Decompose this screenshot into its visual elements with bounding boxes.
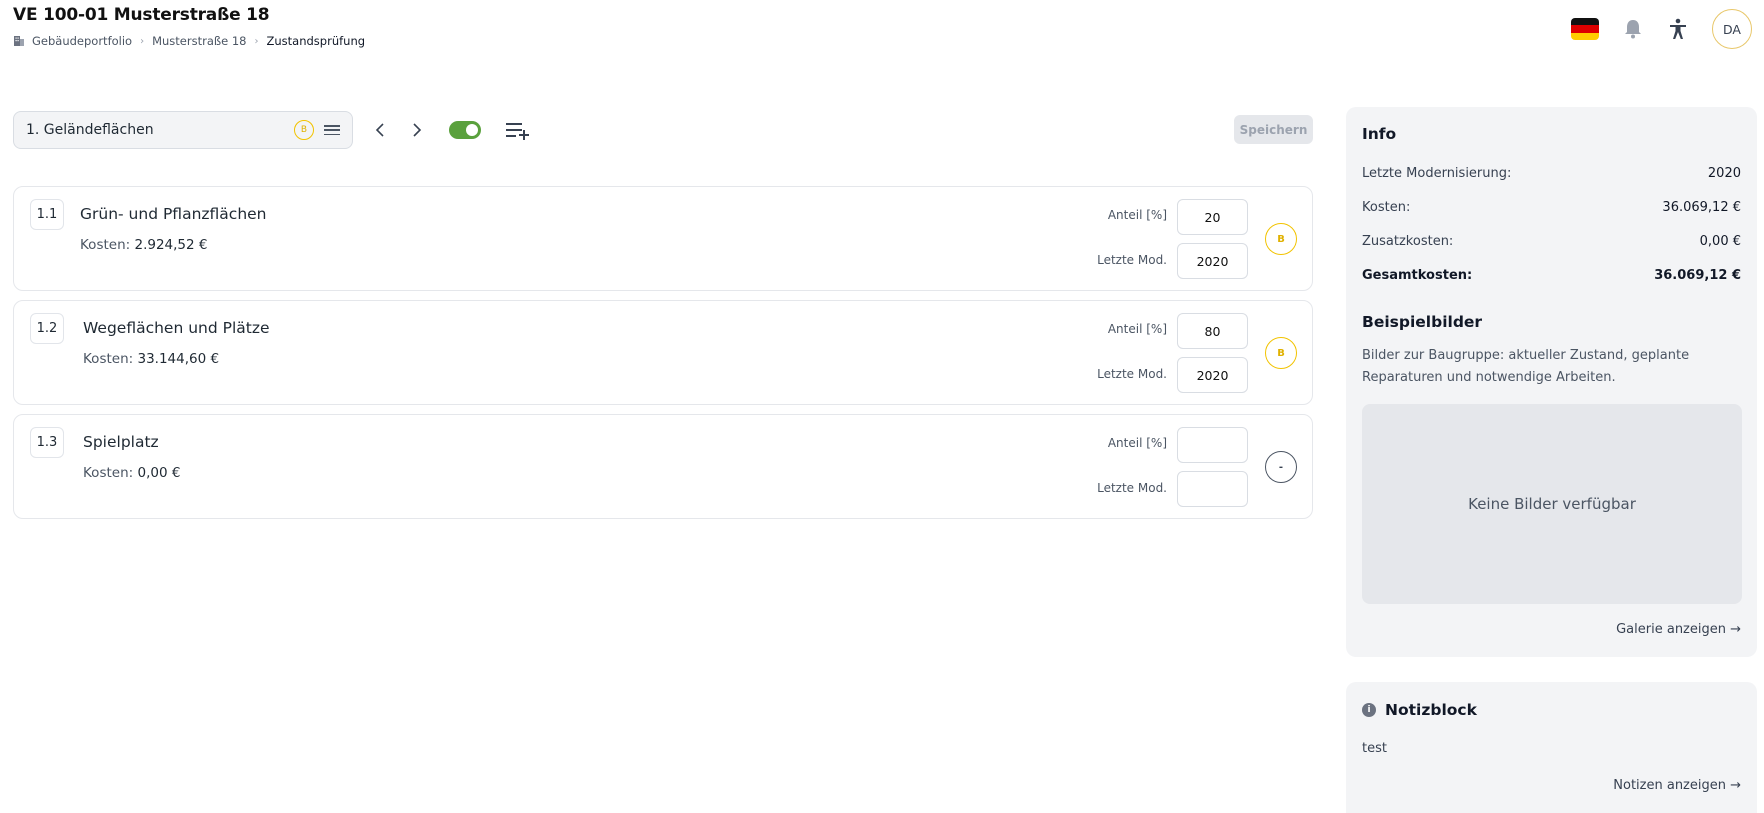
group-rating-badge: B <box>294 120 314 140</box>
info-label: Kosten: <box>1362 200 1411 215</box>
last-mod-input[interactable] <box>1177 357 1248 393</box>
info-icon: i <box>1362 703 1376 717</box>
info-value: 36.069,12 € <box>1662 200 1741 215</box>
menu-icon[interactable] <box>324 123 340 137</box>
last-mod-input[interactable] <box>1177 243 1248 279</box>
share-label: Anteil [%] <box>1107 322 1167 336</box>
item-number: 1.3 <box>30 427 64 458</box>
bell-icon[interactable] <box>1622 18 1644 40</box>
chevron-right-icon: › <box>254 35 259 47</box>
rating-badge[interactable]: - <box>1265 451 1297 483</box>
breadcrumb-item-current: Zustandsprüfung <box>266 34 366 48</box>
header-actions: DA <box>1571 9 1752 49</box>
building-group-select[interactable]: 1. Geländeflächen B <box>13 111 353 149</box>
info-label: Zusatzkosten: <box>1362 234 1454 249</box>
chevron-right-icon: › <box>140 35 145 47</box>
next-button[interactable] <box>406 119 428 141</box>
share-input[interactable] <box>1177 199 1248 235</box>
breadcrumb-item-building[interactable]: Musterstraße 18 <box>152 34 246 48</box>
item-cost-label: Kosten: <box>83 465 134 481</box>
image-gallery-placeholder: Keine Bilder verfügbar <box>1362 404 1742 604</box>
notes-header: i Notizblock <box>1362 701 1477 719</box>
info-row-total-costs: Gesamtkosten: 36.069,12 € <box>1362 268 1741 283</box>
breadcrumb: Gebäudeportfolio › Musterstraße 18 › Zus… <box>13 34 365 48</box>
item-cost-value: 33.144,60 € <box>137 351 220 367</box>
last-mod-label: Letzte Mod. <box>1097 367 1167 381</box>
share-label: Anteil [%] <box>1107 436 1167 450</box>
view-toggle[interactable] <box>449 121 481 139</box>
info-title: Info <box>1362 125 1397 143</box>
chevron-right-icon <box>413 123 422 137</box>
item-cost-value: 2.924,52 € <box>134 237 208 253</box>
notes-panel: i Notizblock test Notizen anzeigen → <box>1346 682 1757 813</box>
save-button[interactable]: Speichern <box>1234 115 1313 144</box>
item-name: Spielplatz <box>83 433 159 451</box>
breadcrumb-item-portfolio[interactable]: Gebäudeportfolio <box>32 34 132 48</box>
info-panel: Info Letzte Modernisierung: 2020 Kosten:… <box>1346 107 1757 657</box>
info-value: 0,00 € <box>1699 234 1741 249</box>
item-number: 1.2 <box>30 313 64 344</box>
info-value: 36.069,12 € <box>1654 268 1741 283</box>
share-label: Anteil [%] <box>1107 208 1167 222</box>
show-gallery-link[interactable]: Galerie anzeigen → <box>1616 622 1741 637</box>
avatar[interactable]: DA <box>1712 9 1752 49</box>
rating-badge[interactable]: B <box>1265 223 1297 255</box>
info-row-costs: Kosten: 36.069,12 € <box>1362 200 1741 215</box>
item-cost-label: Kosten: <box>80 237 131 253</box>
chevron-left-icon <box>375 123 384 137</box>
group-select-label: 1. Geländeflächen <box>26 122 154 138</box>
list-item: 1.1 Grün- und Pflanzflächen Kosten: 2.92… <box>13 186 1313 291</box>
playlist-add-icon[interactable] <box>505 120 531 142</box>
page-title: VE 100-01 Musterstraße 18 <box>13 5 270 25</box>
item-number: 1.1 <box>30 199 64 230</box>
no-images-text: Keine Bilder verfügbar <box>1468 495 1636 513</box>
previous-button[interactable] <box>369 119 391 141</box>
info-label: Letzte Modernisierung: <box>1362 166 1512 181</box>
last-mod-input[interactable] <box>1177 471 1248 507</box>
item-name: Wegeflächen und Plätze <box>83 319 270 337</box>
info-label: Gesamtkosten: <box>1362 268 1473 283</box>
list-item: 1.2 Wegeflächen und Plätze Kosten: 33.14… <box>13 300 1313 405</box>
item-name: Grün- und Pflanzflächen <box>80 205 267 223</box>
example-images-description: Bilder zur Baugruppe: aktueller Zustand,… <box>1362 348 1690 385</box>
item-cost: Kosten: 0,00 € <box>83 465 180 481</box>
info-value: 2020 <box>1707 166 1741 181</box>
german-flag-icon[interactable] <box>1571 18 1599 40</box>
building-icon <box>13 35 25 47</box>
notes-title: Notizblock <box>1385 701 1477 719</box>
share-input[interactable] <box>1177 313 1248 349</box>
rating-badge[interactable]: B <box>1265 337 1297 369</box>
last-mod-label: Letzte Mod. <box>1097 253 1167 267</box>
item-cost: Kosten: 2.924,52 € <box>80 237 207 253</box>
last-mod-label: Letzte Mod. <box>1097 481 1167 495</box>
notes-text: test <box>1362 741 1387 756</box>
item-cost-label: Kosten: <box>83 351 134 367</box>
info-row-additional-costs: Zusatzkosten: 0,00 € <box>1362 234 1741 249</box>
share-input[interactable] <box>1177 427 1248 463</box>
info-row-last-modernization: Letzte Modernisierung: 2020 <box>1362 166 1741 181</box>
show-notes-link[interactable]: Notizen anzeigen → <box>1613 778 1741 793</box>
item-cost: Kosten: 33.144,60 € <box>83 351 219 367</box>
item-cost-value: 0,00 € <box>137 465 181 481</box>
list-item: 1.3 Spielplatz Kosten: 0,00 € Anteil [%]… <box>13 414 1313 519</box>
example-images-title: Beispielbilder <box>1362 313 1483 331</box>
accessibility-icon[interactable] <box>1667 18 1689 40</box>
